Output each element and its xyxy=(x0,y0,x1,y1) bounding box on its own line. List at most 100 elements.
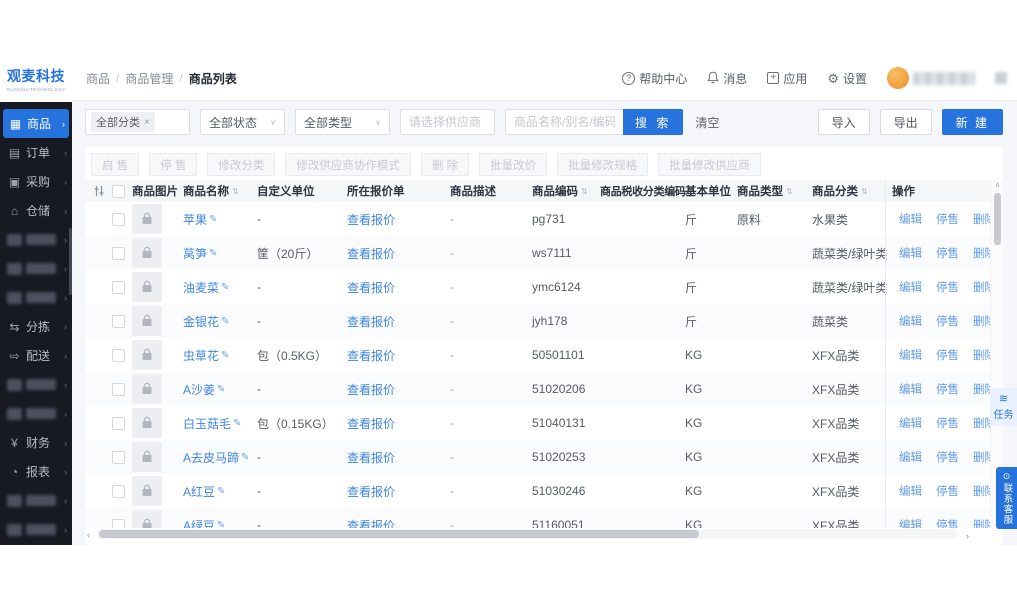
edit-pencil-icon[interactable]: ✎ xyxy=(233,418,241,429)
supplier-input[interactable] xyxy=(401,110,494,134)
task-floating-tab[interactable]: ≋ 任务 xyxy=(990,388,1017,426)
delete-action-link[interactable]: 删除 xyxy=(966,279,990,295)
view-quote-link[interactable]: 查看报价 xyxy=(347,449,395,466)
edit-action-link[interactable]: 编辑 xyxy=(892,483,929,499)
category-filter-select[interactable]: 全部分类 × xyxy=(85,109,190,135)
product-name-link[interactable]: 金银花 xyxy=(183,313,219,330)
row-checkbox[interactable] xyxy=(112,246,125,260)
breadcrumb-item[interactable]: 商品管理 xyxy=(125,70,173,87)
select-all-checkbox[interactable] xyxy=(112,184,125,198)
clear-filters-link[interactable]: 清空 xyxy=(695,114,719,131)
sidebar-item[interactable]: › xyxy=(0,486,72,515)
batch-button[interactable]: 停 售 xyxy=(149,153,198,176)
stop-sale-action-link[interactable]: 停售 xyxy=(929,211,966,227)
sort-icon[interactable]: ⇅ xyxy=(581,187,588,196)
column-header-code[interactable]: 商品编码 ⇅ xyxy=(532,183,600,199)
edit-pencil-icon[interactable]: ✎ xyxy=(217,384,225,395)
search-button[interactable]: 搜 索 xyxy=(623,109,684,135)
edit-pencil-icon[interactable]: ✎ xyxy=(217,520,225,529)
delete-action-link[interactable]: 删除 xyxy=(966,347,990,363)
batch-button[interactable]: 批量改价 xyxy=(479,153,548,176)
view-quote-link[interactable]: 查看报价 xyxy=(347,279,395,296)
edit-action-link[interactable]: 编辑 xyxy=(892,517,929,528)
delete-action-link[interactable]: 删除 xyxy=(966,245,990,261)
settings-button[interactable]: ⚙ 设置 xyxy=(827,70,867,87)
edit-pencil-icon[interactable]: ✎ xyxy=(221,316,229,327)
batch-button[interactable]: 批量修改规格 xyxy=(557,153,649,176)
status-filter-select[interactable]: 全部状态 ∨ xyxy=(200,109,285,135)
header-extra-icon[interactable] xyxy=(995,72,1007,84)
help-center-button[interactable]: ? 帮助中心 xyxy=(622,70,687,87)
batch-button[interactable]: 修改供应商协作模式 xyxy=(285,153,411,176)
sidebar-item[interactable]: ⌂ 仓储 › xyxy=(0,196,72,225)
delete-action-link[interactable]: 删除 xyxy=(966,211,990,227)
sidebar-item[interactable]: ⇨ 配送 › xyxy=(0,341,72,370)
messages-button[interactable]: 消息 xyxy=(707,70,747,87)
product-name-link[interactable]: 油麦菜 xyxy=(183,279,219,296)
sidebar-item[interactable]: › xyxy=(0,399,72,428)
view-quote-link[interactable]: 查看报价 xyxy=(347,415,395,432)
product-name-link[interactable]: 莴笋 xyxy=(183,245,207,262)
product-name-link[interactable]: A沙姜 xyxy=(183,381,215,398)
edit-pencil-icon[interactable]: ✎ xyxy=(209,214,217,225)
edit-action-link[interactable]: 编辑 xyxy=(892,211,929,227)
tag-close-icon[interactable]: × xyxy=(144,117,150,128)
stop-sale-action-link[interactable]: 停售 xyxy=(929,517,966,528)
create-button[interactable]: 新 建 xyxy=(941,109,1003,135)
import-button[interactable]: 导入 xyxy=(817,109,870,135)
sort-icon[interactable]: ⇅ xyxy=(786,187,793,196)
view-quote-link[interactable]: 查看报价 xyxy=(347,483,395,500)
batch-button[interactable]: 删 除 xyxy=(420,153,470,176)
user-account[interactable] xyxy=(887,67,975,89)
batch-button[interactable]: 批量修改供应商 xyxy=(658,153,761,176)
sidebar-item[interactable]: › xyxy=(0,283,72,312)
stop-sale-action-link[interactable]: 停售 xyxy=(929,313,966,329)
view-quote-link[interactable]: 查看报价 xyxy=(347,347,395,364)
type-filter-select[interactable]: 全部类型 ∨ xyxy=(295,109,390,135)
horizontal-scroll-thumb[interactable] xyxy=(99,530,699,538)
sidebar-item[interactable]: ¥ 财务 › xyxy=(0,428,72,457)
row-checkbox[interactable] xyxy=(112,484,125,498)
view-quote-link[interactable]: 查看报价 xyxy=(347,381,395,398)
edit-pencil-icon[interactable]: ✎ xyxy=(209,248,217,259)
row-checkbox[interactable] xyxy=(112,518,125,528)
product-name-link[interactable]: A绿豆 xyxy=(183,517,215,529)
delete-action-link[interactable]: 删除 xyxy=(966,517,990,528)
row-checkbox[interactable] xyxy=(112,280,125,294)
product-name-link[interactable]: A红豆 xyxy=(183,483,215,500)
column-header-name[interactable]: 商品名称 ⇅ xyxy=(183,183,257,199)
scroll-left-icon[interactable]: ‹ xyxy=(87,530,90,540)
edit-pencil-icon[interactable]: ✎ xyxy=(221,350,229,361)
edit-pencil-icon[interactable]: ✎ xyxy=(241,452,249,463)
row-checkbox[interactable] xyxy=(112,416,125,430)
view-quote-link[interactable]: 查看报价 xyxy=(347,517,395,529)
batch-button[interactable]: 启 售 xyxy=(91,153,140,176)
horizontal-scrollbar[interactable] xyxy=(97,529,957,539)
product-name-link[interactable]: 虫草花 xyxy=(183,347,219,364)
stop-sale-action-link[interactable]: 停售 xyxy=(929,483,966,499)
edit-action-link[interactable]: 编辑 xyxy=(892,313,929,329)
view-quote-link[interactable]: 查看报价 xyxy=(347,313,395,330)
search-input[interactable] xyxy=(506,110,623,134)
row-checkbox[interactable] xyxy=(112,382,125,396)
row-checkbox[interactable] xyxy=(112,212,125,226)
sidebar-item[interactable]: ◔ 报表 › xyxy=(0,457,72,486)
delete-action-link[interactable]: 删除 xyxy=(966,483,990,499)
sidebar-item[interactable]: ▦ 商品 › xyxy=(3,109,69,138)
product-name-link[interactable]: A去皮马蹄 xyxy=(183,449,239,466)
sort-icon[interactable]: ⇅ xyxy=(232,187,239,196)
breadcrumb-item[interactable]: 商品 xyxy=(86,70,110,87)
batch-button[interactable]: 修改分类 xyxy=(207,153,276,176)
edit-action-link[interactable]: 编辑 xyxy=(892,347,929,363)
edit-action-link[interactable]: 编辑 xyxy=(892,245,929,261)
edit-pencil-icon[interactable]: ✎ xyxy=(221,282,229,293)
row-checkbox[interactable] xyxy=(112,314,125,328)
edit-action-link[interactable]: 编辑 xyxy=(892,415,929,431)
vertical-scroll-thumb[interactable] xyxy=(994,193,1001,245)
edit-action-link[interactable]: 编辑 xyxy=(892,279,929,295)
sort-icon[interactable]: ⇅ xyxy=(861,187,868,196)
delete-action-link[interactable]: 删除 xyxy=(966,381,990,397)
sidebar-item[interactable]: › xyxy=(0,225,72,254)
product-name-link[interactable]: 苹果 xyxy=(183,211,207,228)
sidebar-item[interactable]: ▣ 采购 › xyxy=(0,167,72,196)
